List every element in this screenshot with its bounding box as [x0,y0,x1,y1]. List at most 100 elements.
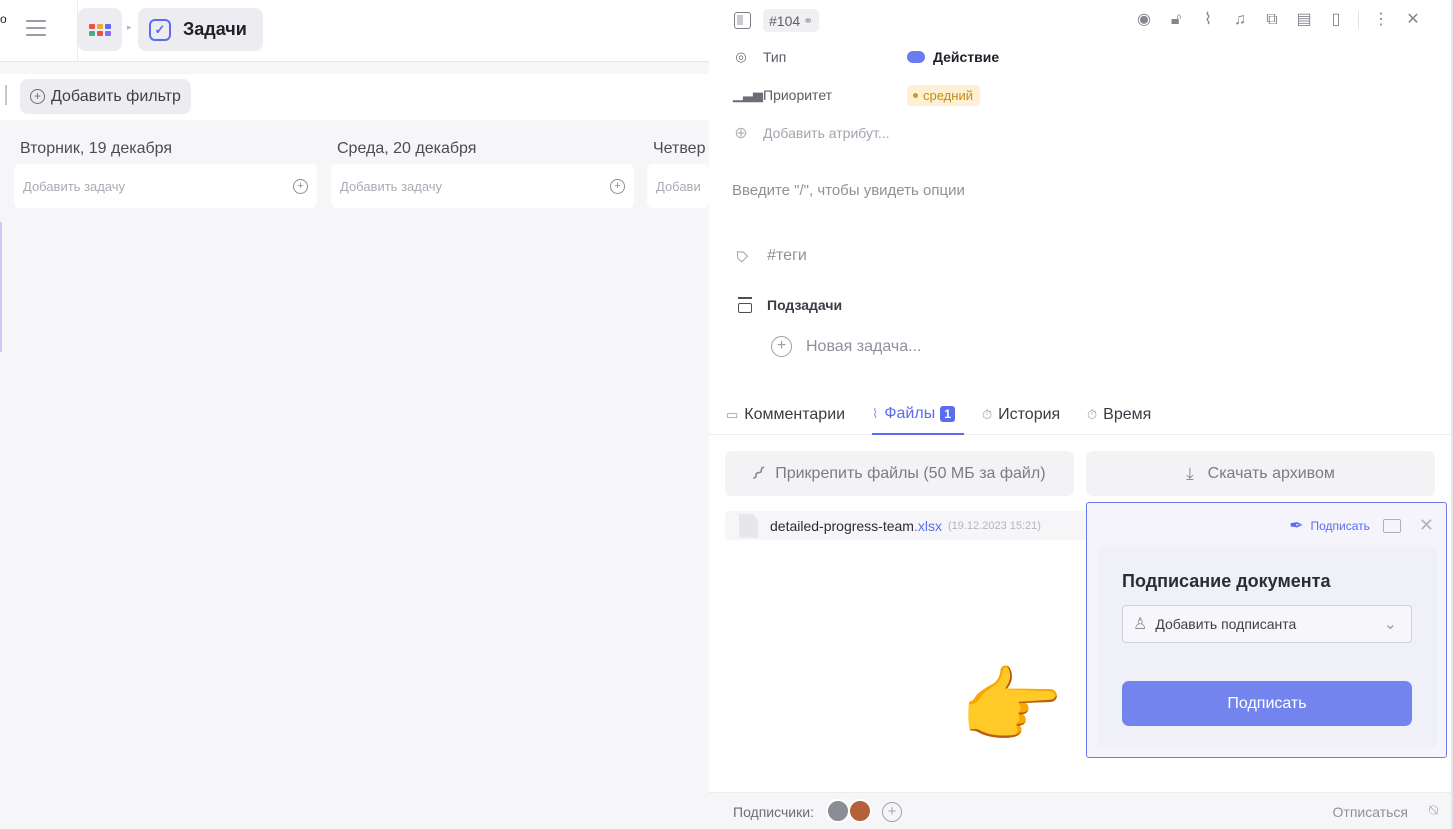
download-archive-button[interactable]: ⤓ Скачать архивом [1086,451,1435,496]
divider [1358,11,1359,29]
file-extension: .xlsx [913,517,942,534]
task-header: #104 ⚭ ◉ 🔓︎ ⌇ ♫ ⧉ ▤ ▯ ⋮ ✕ [709,0,1453,44]
tags-input[interactable]: ⌂ #теги [729,243,807,267]
tab-label: История [998,405,1061,423]
download-archive-label: Скачать архивом [1207,464,1335,482]
eye-icon[interactable]: ◉ [1134,10,1154,30]
attribute-label: Приоритет [763,87,833,103]
lock-icon[interactable]: 🔓︎ [1166,10,1186,30]
pen-icon: ✒ [1289,515,1304,535]
avatar[interactable] [848,799,872,823]
trash-icon[interactable]: ▯ [1326,10,1346,30]
close-icon[interactable]: ✕ [1403,10,1423,30]
add-user-icon: ♙ [1133,616,1148,633]
subtasks-title: Подзадачи [767,297,843,313]
sign-link-button[interactable]: ✒ Подписать [1289,516,1370,536]
add-task-placeholder: Добави [656,178,701,194]
unsubscribe-button[interactable]: Отписаться [1333,804,1408,820]
comment-icon: ▭ [726,406,739,422]
scroll-indicator [0,222,2,352]
filter-bar: + Добавить фильтр [0,74,709,120]
task-board: о ▸ ✓ Задачи + Добавить фильтр Вторник, … [0,0,709,829]
add-task-input[interactable]: Добавить задачу + [14,164,317,208]
drag-handle-icon[interactable] [5,85,7,105]
check-square-icon: ✓ [149,18,171,41]
attribute-type: ◎ Тип [733,45,786,69]
new-subtask-button[interactable]: + Новая задача... [771,336,921,357]
sign-document-popup: ✒ Подписать ✕ Подписание документа ♙ Доб… [1086,502,1447,758]
type-value[interactable]: Действие [907,45,999,69]
add-signer-placeholder: Добавить подписанта [1155,616,1297,632]
sidebar-toggle-icon[interactable] [734,12,751,29]
sign-title: Подписание документа [1122,571,1331,591]
attach-files-button[interactable]: ⌇ Прикрепить файлы (50 МБ за файл) [725,451,1074,496]
close-icon[interactable]: ✕ [1419,515,1434,536]
subtasks-icon [738,297,752,313]
copy-icon[interactable]: ▤ [1294,10,1314,30]
paperclip-icon: ⌇ [746,462,770,486]
file-icon [739,513,758,538]
day-column-title: Четвер [653,140,706,157]
priority-value[interactable]: средний [907,83,980,107]
add-attribute-label: Добавить атрибут... [763,125,890,141]
paperclip-icon[interactable]: ⌇ [1198,10,1218,30]
breadcrumb-label: Задачи [183,19,247,39]
plus-circle-icon: ⊕ [734,125,748,142]
cut-off-text: о [0,12,7,26]
files-count-badge: 1 [940,405,955,422]
tag-icon: ⌂ [728,243,753,268]
add-subscriber-icon[interactable]: + [882,802,902,822]
add-task-placeholder: Добавить задачу [23,178,126,194]
type-value-label: Действие [933,49,1000,65]
action-type-icon [907,51,925,63]
priority-dot-icon [913,92,918,98]
tab-time[interactable]: ⏱︎ Время [1087,394,1151,435]
bell-icon[interactable]: ♫ [1230,10,1250,30]
more-vertical-icon[interactable]: ⋮ [1371,10,1391,30]
hierarchy-icon[interactable]: ⧉ [1262,10,1282,30]
tab-label: Время [1103,405,1152,423]
sign-submit-label: Подписать [1227,694,1307,712]
tab-history[interactable]: ⏱︎ История [982,394,1060,435]
new-subtask-label: Новая задача... [806,337,922,355]
avatar[interactable] [826,799,850,823]
add-attribute-button[interactable]: ⊕ Добавить атрибут... [733,121,890,145]
sign-card: Подписание документа ♙ Добавить подписан… [1097,547,1437,747]
sign-submit-button[interactable]: Подписать [1122,681,1412,726]
apps-button[interactable] [78,8,122,51]
subscribers-label: Подписчики: [733,804,814,820]
plus-circle-icon[interactable]: + [293,178,308,194]
add-task-input[interactable]: Добави [647,164,709,208]
add-filter-label: Добавить фильтр [51,87,181,105]
breadcrumb-chevron-icon: ▸ [127,22,132,32]
breadcrumb-tasks[interactable]: ✓ Задачи [138,8,263,51]
plus-circle-icon: + [30,89,45,104]
bell-off-icon[interactable]: ⍉ [1429,802,1438,819]
plus-circle-icon[interactable]: + [610,178,625,194]
tab-label: Комментарии [744,405,846,423]
paperclip-icon: ⌇ [872,405,879,421]
attribute-priority: ▁▃▅ Приоритет [733,83,832,107]
file-item[interactable]: detailed-progress-team .xlsx (19.12.2023… [725,511,1095,540]
stopwatch-icon: ⏱︎ [1087,406,1098,422]
download-icon: ⤓ [1186,463,1194,483]
attach-files-label: Прикрепить файлы (50 МБ за файл) [775,464,1046,482]
task-tabs: ▭ Комментарии ⌇ Файлы 1 ⏱︎ История ⏱︎ Вр… [709,394,1453,435]
day-column-wednesday: Среда, 20 декабря Добавить задачу + [331,140,634,208]
inbox-icon[interactable] [1382,518,1401,533]
add-task-placeholder: Добавить задачу [340,178,443,194]
popup-header: ✒ Подписать ✕ [1289,515,1434,536]
tab-files[interactable]: ⌇ Файлы 1 [872,394,964,435]
description-editor[interactable]: Введите "/", чтобы увидеть опции [732,182,965,199]
tags-placeholder: #теги [767,246,807,264]
priority-badge-label: средний [923,87,973,103]
sign-link-label: Подписать [1310,518,1370,533]
plus-circle-icon: + [771,336,792,357]
add-filter-button[interactable]: + Добавить фильтр [20,79,191,114]
priority-badge: средний [907,84,980,106]
add-signer-select[interactable]: ♙ Добавить подписанта ⌄ [1122,605,1412,643]
add-task-input[interactable]: Добавить задачу + [331,164,634,208]
tab-comments[interactable]: ▭ Комментарии [726,394,845,435]
task-id-badge[interactable]: #104 ⚭ [763,9,820,32]
menu-icon[interactable] [26,20,46,36]
